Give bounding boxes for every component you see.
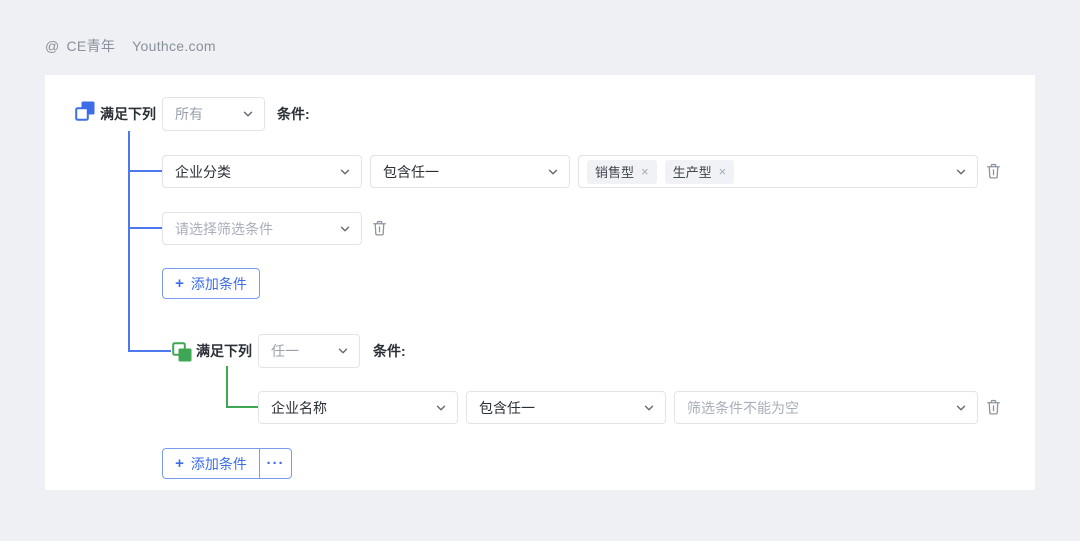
chevron-down-icon [339,223,351,235]
plus-icon: + [175,456,184,471]
add-condition-label: 添加条件 [191,454,247,474]
row1-field-select[interactable]: 企业分类 [162,155,362,188]
subrow-value-placeholder: 筛选条件不能为空 [687,398,799,418]
add-condition-button[interactable]: + 添加条件 [162,268,260,299]
group-overlap-squares-icon [74,100,96,122]
tree-line-vertical [128,131,130,352]
tag-label: 生产型 [673,162,712,181]
more-icon: ··· [267,455,285,472]
more-actions-button[interactable]: ··· [259,448,292,479]
row2-placeholder: 请选择筛选条件 [175,219,273,239]
plus-icon: + [175,276,184,291]
chevron-down-icon [337,345,349,357]
subrow-value-select[interactable]: 筛选条件不能为空 [674,391,978,424]
root-group-label: 满足下列 [100,97,156,131]
row1-operator-value: 包含任一 [383,162,439,182]
tree-line-branch-row2 [128,227,162,229]
row2-field-select[interactable]: 请选择筛选条件 [162,212,362,245]
tree-line-branch-subgroup [128,350,171,352]
row1-operator-select[interactable]: 包含任一 [370,155,570,188]
subrow-field-value: 企业名称 [271,398,327,418]
tag-list: 销售型 × 生产型 × [587,160,734,184]
filter-builder-card: 满足下列 所有 条件: 企业分类 包含任一 销售型 × 生产型 × [45,75,1035,490]
watermark-site: Youthce.com [132,38,216,54]
subgroup-overlap-squares-icon [171,341,193,363]
add-condition-label: 添加条件 [191,274,247,294]
subgroup-match-value: 任一 [271,341,299,361]
chevron-down-icon [435,402,447,414]
trash-icon [371,219,388,237]
footer-button-group: + 添加条件 ··· [162,448,292,479]
tag-item: 销售型 × [587,160,657,184]
chevron-down-icon [242,108,254,120]
watermark: @ CE青年 Youthce.com [45,36,216,56]
tag-item: 生产型 × [665,160,735,184]
tag-label: 销售型 [595,162,634,181]
row1-delete-button[interactable] [983,161,1003,181]
subtree-line-branch [226,406,258,408]
chevron-down-icon [643,402,655,414]
row2-delete-button[interactable] [369,218,389,238]
watermark-brand: CE青年 [67,36,116,56]
at-sign: @ [45,38,60,54]
chevron-down-icon [955,402,967,414]
tag-close-icon[interactable]: × [641,165,649,178]
row1-field-value: 企业分类 [175,162,231,182]
root-match-value: 所有 [175,104,203,124]
trash-icon [985,398,1002,416]
subgroup-label: 满足下列 [196,334,252,368]
root-group-suffix: 条件: [277,97,310,131]
subtree-line-vertical [226,366,228,408]
root-match-select[interactable]: 所有 [162,97,265,131]
chevron-down-icon [547,166,559,178]
trash-icon [985,162,1002,180]
subrow-operator-select[interactable]: 包含任一 [466,391,666,424]
subgroup-match-select[interactable]: 任一 [258,334,360,368]
tree-line-branch-row1 [128,170,162,172]
chevron-down-icon [339,166,351,178]
add-condition-button[interactable]: + 添加条件 [162,448,260,479]
row1-values-multiselect[interactable]: 销售型 × 生产型 × [578,155,978,188]
subrow-field-select[interactable]: 企业名称 [258,391,458,424]
tag-close-icon[interactable]: × [719,165,727,178]
chevron-down-icon [955,166,967,178]
subrow-operator-value: 包含任一 [479,398,535,418]
subrow-delete-button[interactable] [983,397,1003,417]
subgroup-suffix: 条件: [373,334,406,368]
